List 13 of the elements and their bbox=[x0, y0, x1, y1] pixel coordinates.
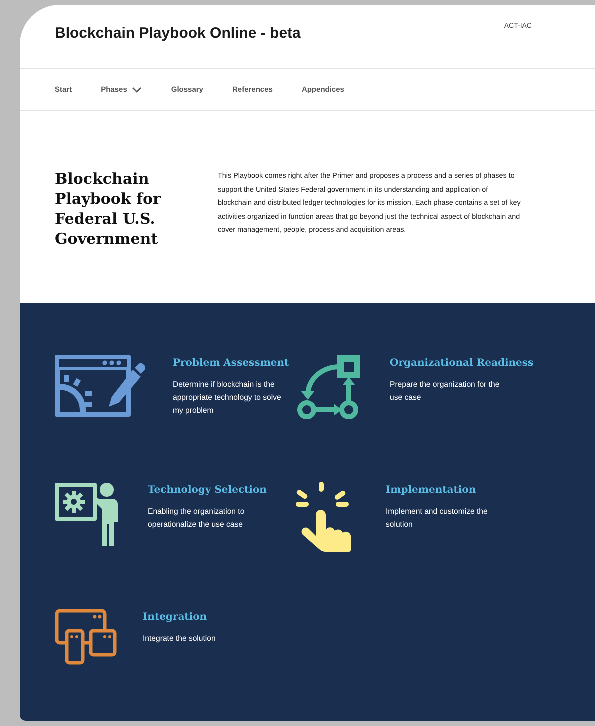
pointing-hand-icon bbox=[296, 482, 354, 552]
flow-diagram-icon bbox=[296, 355, 362, 421]
phase-title[interactable]: Technology Selection bbox=[148, 485, 267, 496]
phase-title[interactable]: Implementation bbox=[386, 485, 498, 496]
devices-icon bbox=[55, 609, 117, 665]
phase-title[interactable]: Organizational Readiness bbox=[390, 358, 534, 369]
presenter-gear-icon bbox=[55, 482, 121, 548]
phase-title[interactable]: Problem Assessment bbox=[173, 358, 290, 369]
site-title: Blockchain Playbook Online - beta bbox=[55, 25, 301, 44]
phase-title[interactable]: Integration bbox=[143, 612, 255, 623]
hero-heading: Blockchain Playbook for Federal U.S. Government bbox=[55, 169, 162, 250]
window-gear-pencil-icon bbox=[55, 355, 145, 417]
chevron-down-icon bbox=[132, 86, 142, 92]
